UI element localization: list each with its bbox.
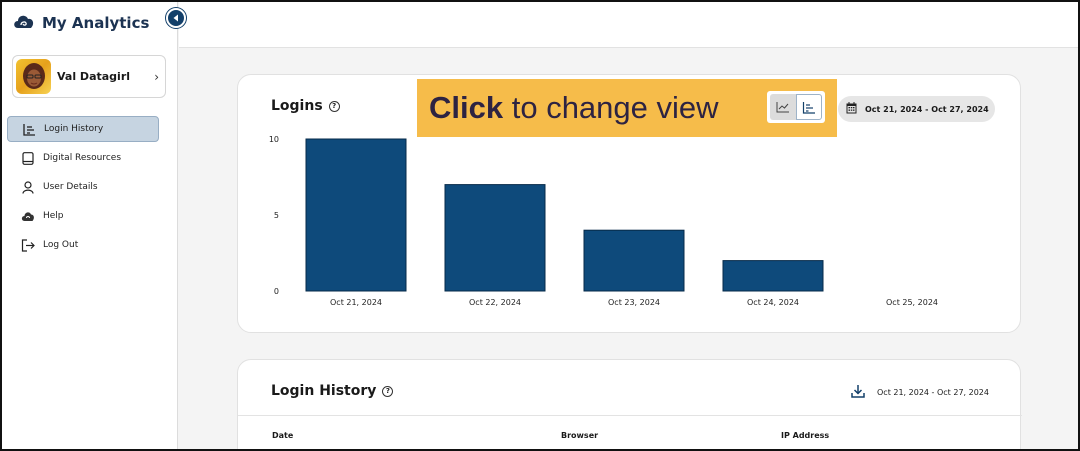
profile-name: Val Datagirl — [57, 70, 131, 83]
bar[interactable] — [722, 260, 824, 292]
line-view-button[interactable] — [770, 94, 796, 120]
sidebar-item-label: User Details — [43, 182, 98, 192]
login-history-heading: Login History ? — [271, 383, 394, 399]
app-title: My Analytics — [42, 14, 150, 32]
bar-chart-icon — [802, 101, 815, 114]
login-history-card: Login History ? Oct 21, 2024 - Oct 27, 2… — [237, 359, 1022, 451]
sidebar-item-logout[interactable]: Log Out — [7, 232, 159, 258]
line-chart-icon — [776, 102, 789, 113]
sidebar: My Analytics Val Datagirl › Login Histor… — [0, 0, 178, 451]
list-chart-icon — [22, 122, 36, 136]
history-toolbar: Oct 21, 2024 - Oct 27, 2024 — [851, 384, 989, 400]
sidebar-item-login-history[interactable]: Login History — [7, 116, 159, 142]
chevron-right-icon: › — [154, 69, 159, 84]
callout-bold-text: Click — [429, 90, 504, 125]
sidebar-item-label: Login History — [44, 124, 104, 134]
caret-left-icon — [173, 14, 178, 22]
sidebar-item-label: Log Out — [43, 240, 79, 250]
y-tick-label: 0 — [274, 287, 279, 296]
help-icon[interactable]: ? — [382, 385, 394, 397]
bar[interactable] — [444, 184, 546, 292]
sidebar-item-label: Digital Resources — [43, 153, 122, 163]
tablet-icon — [21, 151, 35, 165]
column-header-ip-address[interactable]: IP Address — [781, 431, 829, 440]
logout-icon — [21, 238, 35, 252]
history-date-range: Oct 21, 2024 - Oct 27, 2024 — [877, 387, 989, 397]
bar-view-button[interactable] — [796, 94, 822, 120]
sidebar-item-help[interactable]: Help — [7, 203, 159, 229]
sidebar-item-digital-resources[interactable]: Digital Resources — [7, 145, 159, 171]
column-header-browser[interactable]: Browser — [561, 431, 598, 440]
y-tick-label: 10 — [269, 135, 279, 144]
x-tick-label: Oct 25, 2024 — [886, 298, 938, 307]
download-icon[interactable] — [851, 384, 865, 400]
callout-rest-text: to change view — [503, 90, 719, 125]
x-tick-label: Oct 24, 2024 — [747, 298, 799, 307]
collapse-sidebar-button[interactable] — [166, 8, 186, 28]
brand[interactable]: My Analytics — [12, 12, 149, 34]
sidebar-nav: Login History Digital Resources User Det… — [7, 116, 159, 261]
table-header: Date Browser IP Address — [238, 415, 1022, 451]
brand-logo-icon — [12, 12, 36, 34]
top-bar — [179, 0, 1080, 48]
profile-card[interactable]: Val Datagirl › — [12, 55, 166, 98]
bar[interactable] — [305, 138, 407, 292]
card-title: Login History — [271, 383, 377, 399]
callout-text: Click to change view — [429, 90, 719, 126]
sidebar-item-label: Help — [43, 211, 64, 221]
view-toggle — [767, 91, 825, 123]
x-tick-label: Oct 21, 2024 — [330, 298, 382, 307]
x-tick-label: Oct 22, 2024 — [469, 298, 521, 307]
instruction-callout: Click to change view — [417, 79, 837, 137]
column-header-date[interactable]: Date — [272, 431, 293, 440]
sidebar-item-user-details[interactable]: User Details — [7, 174, 159, 200]
user-icon — [21, 180, 35, 194]
help-cloud-icon — [21, 209, 35, 223]
y-tick-label: 5 — [274, 211, 279, 220]
x-tick-label: Oct 23, 2024 — [608, 298, 660, 307]
bar[interactable] — [583, 229, 685, 292]
avatar — [16, 59, 51, 94]
